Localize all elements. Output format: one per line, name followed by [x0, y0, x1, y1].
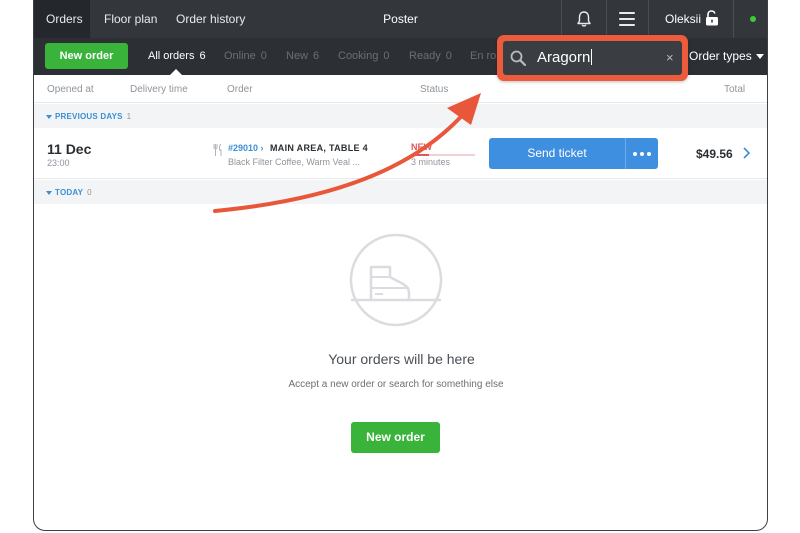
search-value: Aragorn	[537, 49, 593, 66]
group-count: 0	[87, 188, 92, 197]
online-status-dot	[750, 16, 756, 22]
tab-orders[interactable]: Orders	[34, 0, 90, 38]
col-order[interactable]: Order	[227, 84, 253, 95]
col-opened-at[interactable]: Opened at	[47, 84, 94, 95]
group-header: PREVIOUS DAYS 1	[46, 112, 131, 121]
filter-label: All orders	[148, 50, 195, 62]
collapse-icon	[46, 190, 52, 195]
empty-state-title: Your orders will be here	[328, 351, 475, 367]
filter-new[interactable]: New 6	[286, 38, 319, 75]
search-text: Aragorn	[537, 49, 591, 66]
divider	[561, 0, 562, 38]
filter-count: 0	[260, 50, 267, 62]
more-options-button[interactable]	[625, 138, 658, 169]
col-total[interactable]: Total	[724, 84, 745, 95]
order-items: Black Filter Coffee, Warm Veal ...	[228, 157, 361, 167]
order-types-dropdown[interactable]: Order types	[689, 38, 764, 75]
order-number-link[interactable]: #29010 ›	[228, 143, 264, 153]
filter-label: Ready	[409, 50, 441, 62]
status-progress	[411, 154, 475, 156]
filter-count: 0	[383, 50, 390, 62]
filter-label: Cooking	[338, 50, 379, 62]
empty-state-subtitle: Accept a new order or search for somethi…	[288, 379, 504, 390]
empty-new-order-button[interactable]: New order	[351, 422, 440, 453]
tab-floor-plan[interactable]: Floor plan	[92, 0, 169, 38]
order-row[interactable]: 11 Dec 23:00 #29010 › MAIN AREA, TABLE 4…	[34, 127, 767, 179]
clear-icon[interactable]: ×	[666, 50, 674, 65]
filter-ready[interactable]: Ready 0	[409, 38, 452, 75]
filter-label: New	[286, 50, 309, 62]
divider	[733, 0, 734, 38]
collapse-icon	[46, 114, 52, 119]
bell-icon[interactable]	[575, 10, 593, 28]
search-input[interactable]: Aragorn ×	[503, 41, 682, 75]
group-label: TODAY	[55, 188, 84, 197]
fork-knife-icon	[213, 144, 222, 156]
order-place: MAIN AREA, TABLE 4	[270, 143, 368, 153]
top-bar: Orders Floor plan Order history Poster O…	[34, 0, 767, 38]
filter-label: Online	[224, 50, 256, 62]
group-header: TODAY 0	[46, 188, 92, 197]
user-name[interactable]: Oleksii	[665, 0, 701, 38]
order-date: 11 Dec	[47, 141, 92, 157]
search-icon	[510, 50, 526, 66]
col-status[interactable]: Status	[420, 84, 448, 95]
send-ticket-button[interactable]: Send ticket	[489, 138, 658, 169]
filter-online[interactable]: Online 0	[224, 38, 267, 75]
search-highlight: Aragorn ×	[497, 35, 688, 81]
send-ticket-label: Send ticket	[527, 146, 587, 160]
group-label: PREVIOUS DAYS	[55, 112, 123, 121]
group-count: 1	[126, 112, 132, 121]
filter-count: 6	[199, 50, 206, 62]
filter-cooking[interactable]: Cooking 0	[338, 38, 389, 75]
order-elapsed: 3 minutes	[411, 157, 451, 167]
divider	[606, 0, 607, 38]
chevron-right-icon[interactable]	[741, 147, 751, 159]
chevron-down-icon	[755, 54, 764, 60]
divider	[648, 0, 649, 38]
col-delivery-time[interactable]: Delivery time	[130, 84, 188, 95]
empty-orders-icon	[349, 233, 443, 327]
text-cursor	[591, 49, 593, 65]
status-badge: NEW	[411, 142, 432, 152]
filter-count: 6	[313, 50, 320, 62]
order-types-label: Order types	[689, 49, 752, 63]
tab-order-history[interactable]: Order history	[164, 0, 257, 38]
new-order-button[interactable]: New order	[45, 43, 128, 69]
unlock-icon[interactable]	[705, 10, 719, 26]
group-today[interactable]: TODAY 0	[34, 180, 767, 204]
filter-count: 0	[445, 50, 452, 62]
group-previous-days[interactable]: PREVIOUS DAYS 1	[34, 104, 767, 128]
order-total: $49.56	[696, 147, 733, 161]
menu-icon[interactable]	[619, 12, 635, 26]
order-time: 23:00	[47, 158, 70, 168]
